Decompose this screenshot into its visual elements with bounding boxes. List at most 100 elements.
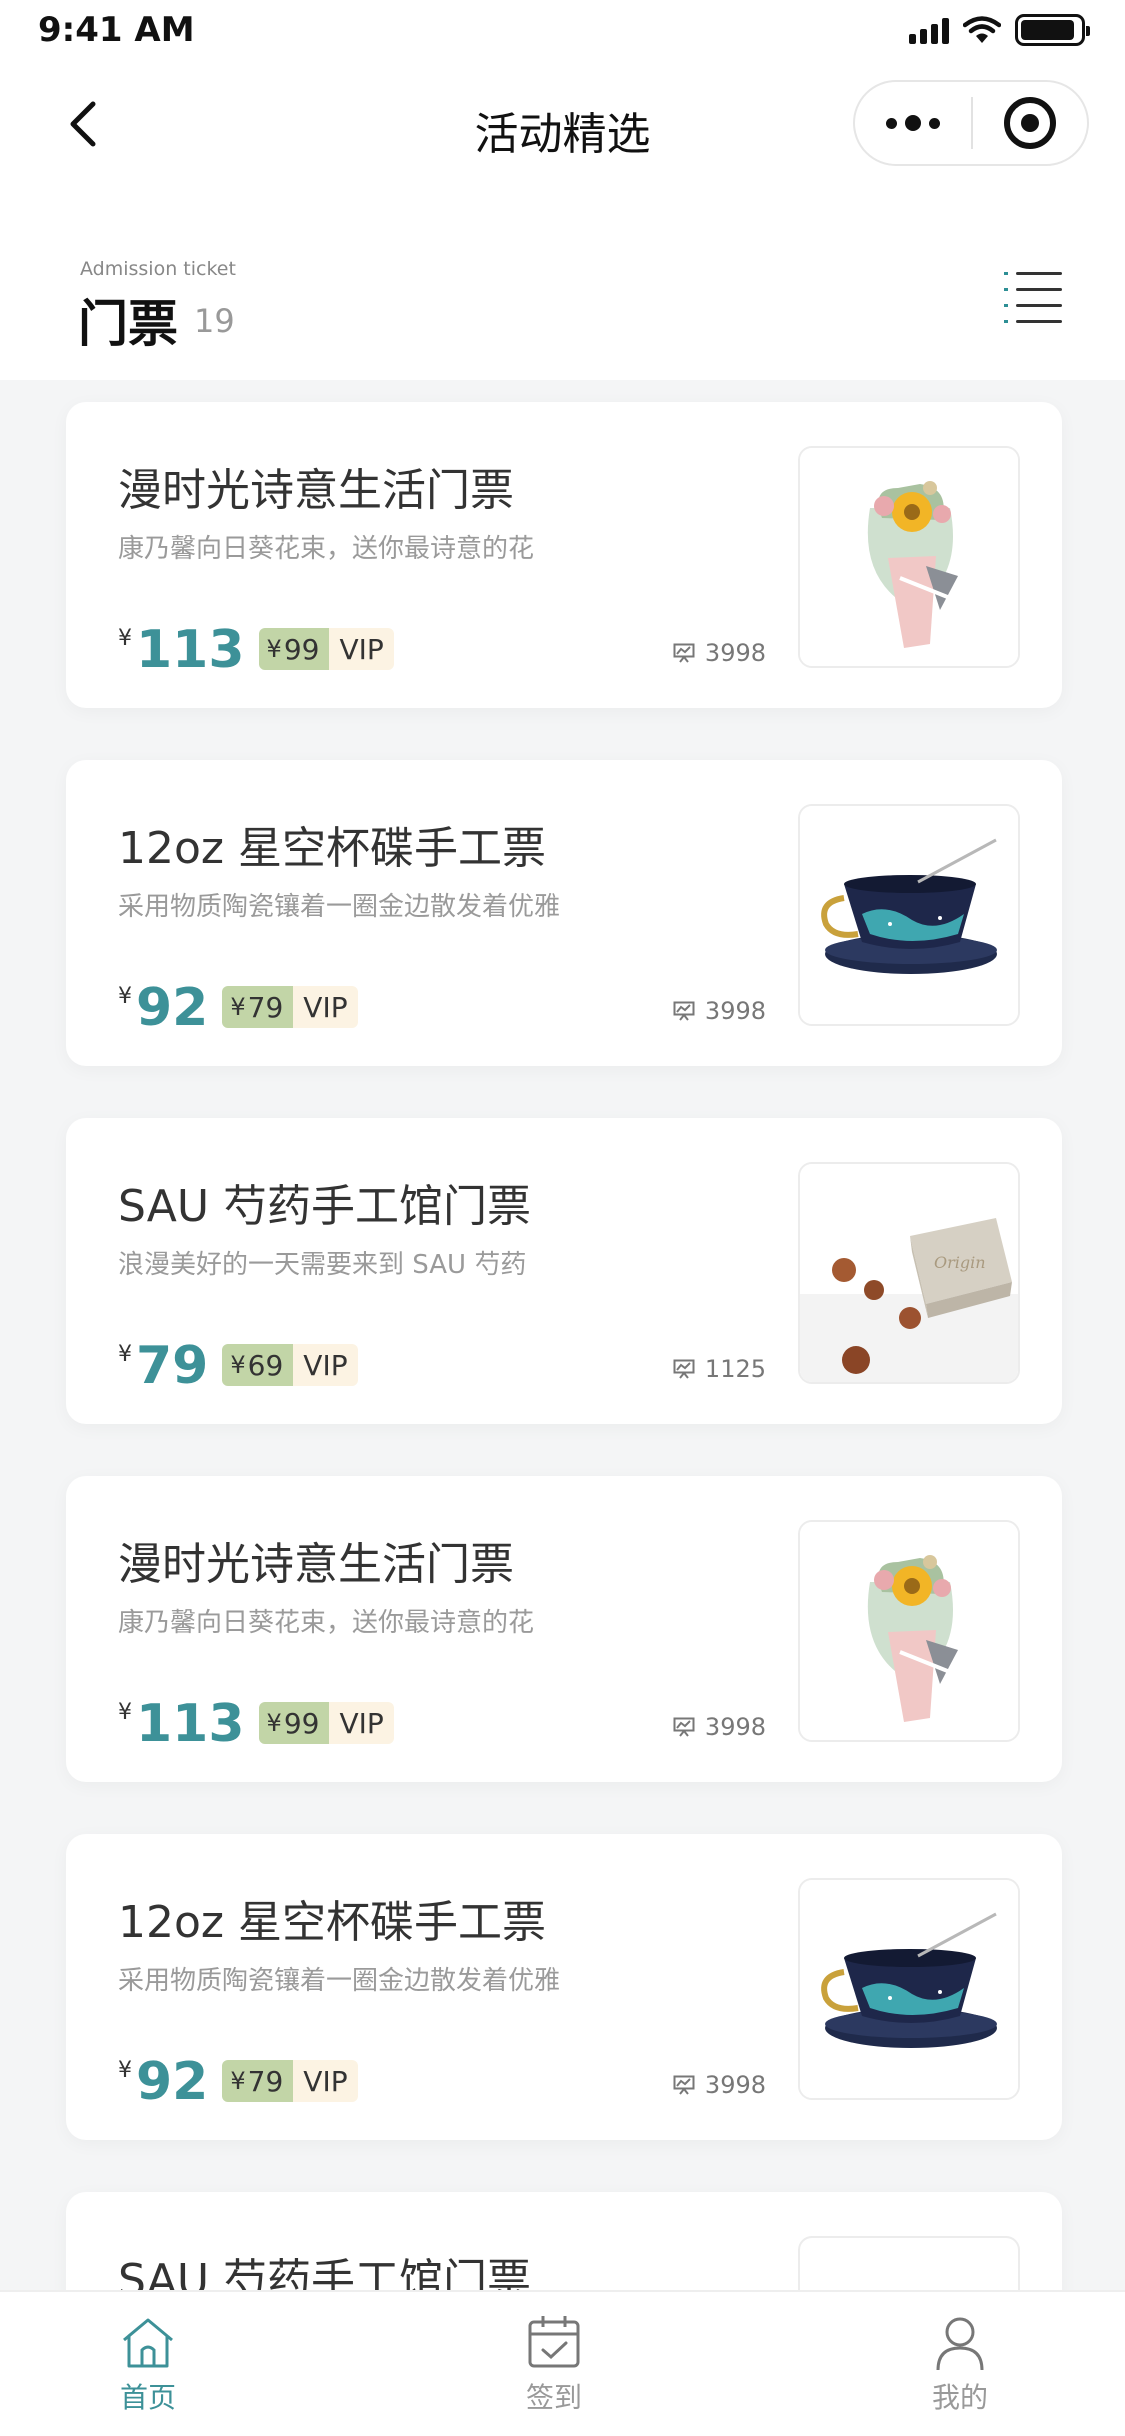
trend-chart-icon (673, 643, 695, 663)
handmade-soap-image: Origin (800, 1164, 1018, 1382)
vip-currency: ¥ (266, 1709, 282, 1737)
battery-level (1021, 20, 1075, 40)
ticket-title: 12oz 星空杯碟手工票 (118, 823, 546, 874)
currency-symbol: ¥ (118, 626, 132, 651)
ticket-thumbnail[interactable] (798, 446, 1020, 668)
tab-profile[interactable]: 我的 (870, 2292, 1050, 2436)
ticket-description: 采用物质陶瓷镶着一圈金边散发着优雅 (118, 892, 561, 922)
starry-cup-image (800, 1880, 1018, 2098)
user-icon (936, 2317, 984, 2371)
ticket-thumbnail[interactable] (798, 804, 1020, 1026)
ticket-title: 12oz 星空杯碟手工票 (118, 1897, 546, 1948)
status-bar: 9:41 AM (0, 0, 1125, 64)
ticket-description: 采用物质陶瓷镶着一圈金边散发着优雅 (118, 1966, 561, 1996)
sales-count: 3998 (673, 639, 766, 667)
ticket-card[interactable]: 12oz 星空杯碟手工票 采用物质陶瓷镶着一圈金边散发着优雅 ¥ 92 ¥79 … (66, 760, 1062, 1066)
vip-currency: ¥ (266, 635, 282, 663)
sales-count: 3998 (673, 2071, 766, 2099)
ticket-title: SAU 芍药手工馆门票 (118, 1181, 532, 1232)
close-mini-program-button[interactable] (973, 82, 1087, 164)
ticket-thumbnail[interactable] (798, 1520, 1020, 1742)
currency-symbol: ¥ (118, 2058, 132, 2083)
vip-price: ¥99 (258, 628, 330, 670)
vip-price-value: 99 (283, 1706, 320, 1740)
price-row: ¥ 92 ¥79 VIP (118, 974, 358, 1040)
vip-price-badge: ¥99 VIP (258, 1702, 394, 1744)
vip-price-badge: ¥99 VIP (258, 628, 394, 670)
ticket-thumbnail[interactable]: Origin (798, 1162, 1020, 1384)
ticket-price: 92 (136, 2052, 209, 2112)
currency-symbol: ¥ (118, 1700, 132, 1725)
vip-price-badge: ¥79 VIP (222, 2060, 358, 2102)
ticket-card[interactable]: SAU 芍药手工馆门票 浪漫美好的一天需要来到 SAU 芍药 ¥ 79 ¥69 … (66, 1118, 1062, 1424)
battery-icon (1015, 14, 1090, 46)
nav-bar: 活动精选 (0, 64, 1125, 190)
ticket-title: 漫时光诗意生活门票 (118, 1539, 514, 1590)
trend-chart-icon (673, 1001, 695, 1021)
ticket-card[interactable]: 12oz 星空杯碟手工票 采用物质陶瓷镶着一圈金边散发着优雅 ¥ 92 ¥79 … (66, 1834, 1062, 2140)
vip-price-badge: ¥69 VIP (222, 1344, 358, 1386)
price-row: ¥ 113 ¥99 VIP (118, 1690, 394, 1756)
ticket-description: 康乃馨向日葵花束，送你最诗意的花 (118, 1608, 535, 1638)
flower-bouquet-image (800, 448, 1018, 666)
vip-label: VIP (329, 1702, 394, 1744)
vip-label: VIP (293, 1344, 358, 1386)
sales-value: 3998 (704, 997, 766, 1025)
section-subtitle: Admission ticket (80, 258, 236, 280)
list-view-toggle[interactable] (1004, 272, 1062, 324)
signal-icon (909, 16, 949, 44)
ticket-price: 113 (136, 620, 245, 680)
vip-price-badge: ¥79 VIP (222, 986, 358, 1028)
vip-label: VIP (293, 986, 358, 1028)
ticket-list: 漫时光诗意生活门票 康乃馨向日葵花束，送你最诗意的花 ¥ 113 ¥99 VIP… (66, 402, 1062, 2436)
tab-home[interactable]: 首页 (58, 2292, 238, 2436)
price-row: ¥ 92 ¥79 VIP (118, 2048, 358, 2114)
sales-value: 3998 (704, 639, 766, 667)
trend-chart-icon (673, 1359, 695, 1379)
vip-label: VIP (329, 628, 394, 670)
currency-symbol: ¥ (118, 984, 132, 1009)
trend-chart-icon (673, 2075, 695, 2095)
price-row: ¥ 79 ¥69 VIP (118, 1332, 358, 1398)
status-indicators (909, 14, 1090, 46)
section-count: 19 (194, 302, 235, 340)
currency-symbol: ¥ (118, 1342, 132, 1367)
tab-bar: 首页 签到 我的 (0, 2290, 1125, 2436)
vip-label: VIP (293, 2060, 358, 2102)
sales-value: 1125 (704, 1355, 766, 1383)
ticket-description: 康乃馨向日葵花束，送你最诗意的花 (118, 534, 535, 564)
vip-currency: ¥ (230, 2067, 246, 2095)
vip-price-value: 69 (247, 1348, 284, 1382)
trend-chart-icon (673, 1717, 695, 1737)
more-button[interactable] (855, 82, 971, 164)
ticket-description: 浪漫美好的一天需要来到 SAU 芍药 (118, 1250, 527, 1280)
vip-currency: ¥ (230, 993, 246, 1021)
sales-count: 1125 (673, 1355, 766, 1383)
price-row: ¥ 113 ¥99 VIP (118, 616, 394, 682)
ticket-price: 113 (136, 1694, 245, 1754)
vip-price: ¥79 (222, 986, 294, 1028)
sales-count: 3998 (673, 997, 766, 1025)
tab-checkin[interactable]: 签到 (464, 2292, 644, 2436)
home-icon (123, 2318, 173, 2368)
target-icon (1003, 97, 1056, 149)
vip-price: ¥69 (222, 1344, 294, 1386)
tab-label: 首页 (119, 2381, 176, 2414)
sales-value: 3998 (704, 2071, 766, 2099)
status-time: 9:41 AM (38, 10, 195, 50)
sales-value: 3998 (704, 1713, 766, 1741)
starry-cup-image (800, 806, 1018, 1024)
vip-price: ¥99 (258, 1702, 330, 1744)
vip-price-value: 79 (247, 2064, 284, 2098)
ticket-price: 92 (136, 978, 209, 1038)
ticket-thumbnail[interactable] (798, 1878, 1020, 2100)
ticket-card[interactable]: 漫时光诗意生活门票 康乃馨向日葵花束，送你最诗意的花 ¥ 113 ¥99 VIP… (66, 1476, 1062, 1782)
svg-text:Origin: Origin (934, 1253, 986, 1272)
ticket-price: 79 (136, 1336, 209, 1396)
vip-price-value: 99 (283, 632, 320, 666)
ticket-card[interactable]: 漫时光诗意生活门票 康乃馨向日葵花束，送你最诗意的花 ¥ 113 ¥99 VIP… (66, 402, 1062, 708)
wifi-icon (963, 16, 1001, 43)
calendar-check-icon (528, 2316, 580, 2368)
flower-bouquet-image (800, 1522, 1018, 1740)
vip-currency: ¥ (230, 1351, 246, 1379)
